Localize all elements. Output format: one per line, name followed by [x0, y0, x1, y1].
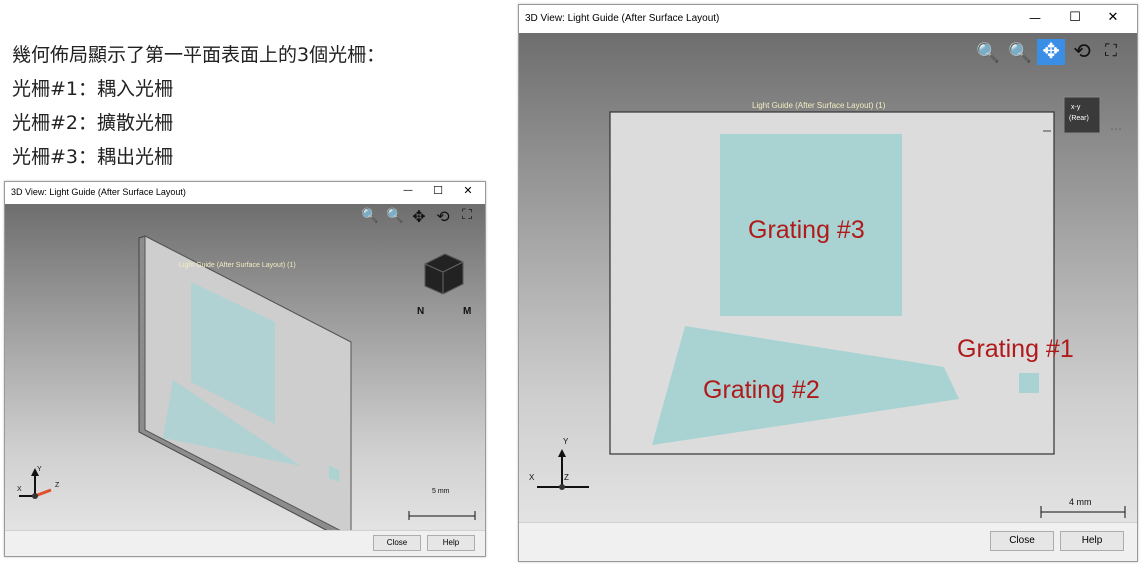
- grating-1-label: Grating #1: [957, 335, 1074, 363]
- maximize-button[interactable]: ☐: [431, 184, 445, 197]
- left-titlebar: 3D View: Light Guide (After Surface Layo…: [5, 182, 485, 204]
- svg-text:N: N: [417, 306, 424, 317]
- scale-label: 5 mm: [432, 488, 450, 495]
- caption-line-2: 光柵#1：耦入光柵: [12, 78, 174, 100]
- right-viewport[interactable]: 🔍 🔍 ✥ ⟲ ⛶ Light Guide (After Surface Lay…: [519, 33, 1137, 523]
- minimize-button[interactable]: —: [1027, 11, 1043, 25]
- scene-label: Light Guide (After Surface Layout) (1): [752, 101, 886, 110]
- left-scene: N M: [19, 235, 476, 530]
- scale-label: 4 mm: [1069, 497, 1092, 507]
- close-button[interactable]: ✕: [1105, 10, 1121, 25]
- grating-1-shape: [1019, 373, 1039, 393]
- right-3d-view-window: 3D View: Light Guide (After Surface Layo…: [518, 4, 1138, 562]
- right-footer: Close Help: [519, 522, 1137, 561]
- caption-line-4: 光柵#3：耦出光柵: [12, 146, 174, 168]
- view-cube-sublabel: (Rear): [1069, 115, 1089, 122]
- axis-label-z: Z: [564, 473, 569, 482]
- caption-line-3: 光柵#2：擴散光柵: [12, 112, 174, 134]
- help-button[interactable]: Help: [1060, 531, 1124, 551]
- caption-line-1: 幾何佈局顯示了第一平面表面上的3個光柵：: [12, 44, 386, 66]
- close-dialog-button[interactable]: Close: [990, 531, 1054, 551]
- axis-label-y: Y: [563, 437, 569, 446]
- help-button[interactable]: Help: [427, 535, 475, 551]
- maximize-button[interactable]: ☐: [1067, 10, 1083, 25]
- scene-label: Light Guide (After Surface Layout) (1): [179, 262, 296, 269]
- left-footer: Close Help: [5, 530, 485, 556]
- axis-label-z: Z: [55, 482, 60, 489]
- axis-label-x: X: [529, 473, 535, 482]
- window-title: 3D View: Light Guide (After Surface Layo…: [11, 187, 186, 197]
- close-dialog-button[interactable]: Close: [373, 535, 421, 551]
- close-button[interactable]: ✕: [461, 184, 475, 197]
- grating-3-label: Grating #3: [748, 216, 865, 244]
- right-titlebar: 3D View: Light Guide (After Surface Layo…: [519, 5, 1137, 33]
- svg-text:M: M: [463, 306, 471, 317]
- view-cube-label: x-y: [1071, 104, 1081, 111]
- caption: 幾何佈局顯示了第一平面表面上的3個光柵： 光柵#1：耦入光柵 光柵#2：擴散光柵…: [12, 38, 385, 174]
- axis-label-y: Y: [37, 466, 42, 473]
- left-viewport[interactable]: 🔍 🔍 ✥ ⟲ ⛶ N M Light Guide (After Surface…: [5, 204, 485, 530]
- left-3d-view-window: 3D View: Light Guide (After Surface Layo…: [4, 181, 486, 557]
- axis-label-x: X: [17, 486, 22, 493]
- window-title: 3D View: Light Guide (After Surface Layo…: [525, 13, 720, 24]
- grating-2-label: Grating #2: [703, 376, 820, 404]
- view-cube-icon: [424, 253, 464, 295]
- minimize-button[interactable]: —: [401, 185, 415, 196]
